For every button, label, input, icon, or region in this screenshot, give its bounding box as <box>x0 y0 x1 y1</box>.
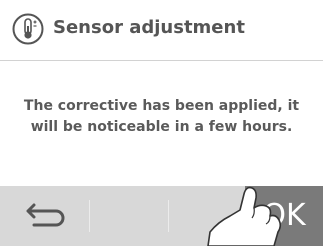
ok-label: OK <box>262 198 306 233</box>
message-line-2: will be noticeable in a few hours. <box>30 119 293 135</box>
ok-button[interactable]: OK <box>245 186 323 246</box>
back-button[interactable] <box>0 186 88 246</box>
back-arrow-icon <box>26 203 65 227</box>
footer-bar: OK <box>0 186 323 246</box>
page-title: Sensor adjustment <box>53 17 245 38</box>
divider <box>89 200 90 232</box>
message-line-1: The corrective has been applied, it <box>23 98 300 114</box>
status-message: The corrective has been applied, it will… <box>10 96 313 138</box>
thermometer-icon <box>12 13 44 45</box>
sensor-adjustment-screen: Sensor adjustment The corrective has bee… <box>0 0 323 246</box>
header: Sensor adjustment <box>0 0 323 61</box>
divider <box>168 200 169 232</box>
